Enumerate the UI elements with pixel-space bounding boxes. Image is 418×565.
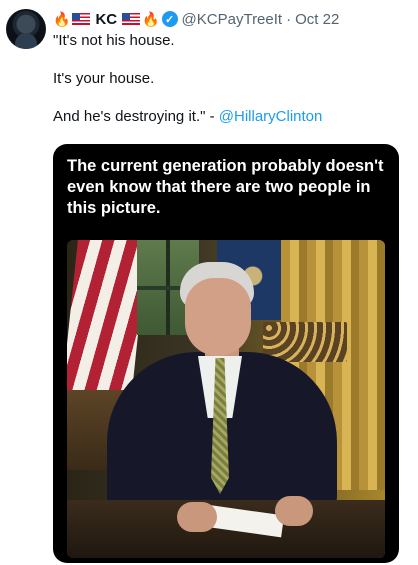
- avatar[interactable]: [6, 9, 46, 49]
- verified-badge-icon[interactable]: ✓: [161, 11, 178, 27]
- media-caption: The current generation probably doesn't …: [67, 157, 384, 217]
- display-name[interactable]: KC: [95, 11, 117, 28]
- tweet-line-text: And he's destroying it." -: [53, 108, 219, 125]
- us-flag-icon: [122, 13, 141, 25]
- tweet-header: 🔥 KC 🔥 ✓ @KCPayTreeIt · Oct 22: [53, 9, 339, 29]
- hand: [275, 496, 313, 526]
- tweet-text: "It's not his house. It's your house. An…: [53, 31, 403, 145]
- us-flag-icon: [72, 13, 91, 25]
- separator-dot: ·: [286, 10, 292, 28]
- face: [185, 278, 251, 356]
- photo[interactable]: [67, 240, 385, 558]
- mention-link[interactable]: @HillaryClinton: [219, 108, 323, 125]
- timestamp[interactable]: Oct 22: [295, 11, 339, 28]
- tweet-line: "It's not his house.: [53, 32, 175, 49]
- fire-emoji-icon: 🔥: [53, 11, 71, 27]
- hand: [177, 502, 217, 532]
- fire-emoji-icon: 🔥: [142, 11, 160, 27]
- tweet-media[interactable]: The current generation probably doesn't …: [53, 144, 399, 563]
- handle[interactable]: @KCPayTreeIt: [182, 11, 283, 28]
- tweet-line: It's your house.: [53, 70, 155, 87]
- tweet-line: And he's destroying it." - @HillaryClint…: [53, 107, 403, 126]
